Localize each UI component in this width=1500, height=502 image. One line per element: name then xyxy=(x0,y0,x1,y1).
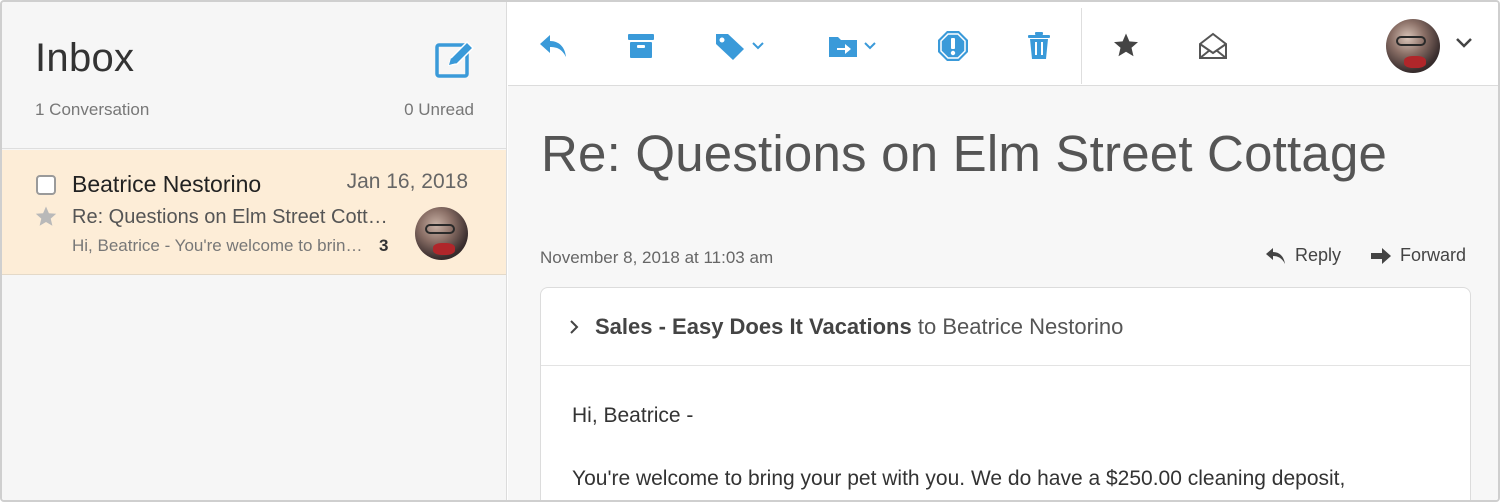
move-to-folder-icon[interactable] xyxy=(828,28,876,64)
mark-unread-icon[interactable] xyxy=(1198,28,1228,64)
chevron-down-icon xyxy=(752,42,764,50)
message-subject: Re: Questions on Elm Street Cottage xyxy=(72,206,392,228)
message-date: Jan 16, 2018 xyxy=(346,170,468,193)
compose-icon[interactable] xyxy=(434,38,476,80)
mail-app-window: Inbox 1 Conversation 0 Unread Beatrice N… xyxy=(0,0,1500,502)
avatar xyxy=(415,207,468,260)
email-header-toggle[interactable]: Sales - Easy Does It Vacations to Beatri… xyxy=(541,288,1470,366)
inbox-title: Inbox xyxy=(35,36,135,80)
email-sender: Sales - Easy Does It Vacations xyxy=(595,314,912,339)
reply-button[interactable]: Reply xyxy=(1265,245,1341,266)
avatar[interactable] xyxy=(1386,19,1440,73)
forward-icon xyxy=(1371,247,1391,264)
email-timestamp: November 8, 2018 at 11:03 am xyxy=(540,248,774,267)
forward-button[interactable]: Forward xyxy=(1370,245,1466,266)
star-icon[interactable] xyxy=(1112,28,1140,64)
chevron-down-icon[interactable] xyxy=(1455,36,1473,54)
email-greeting: Hi, Beatrice - xyxy=(572,404,694,427)
tag-icon[interactable] xyxy=(714,28,764,64)
chevron-down-icon xyxy=(864,42,876,50)
select-checkbox[interactable] xyxy=(36,175,56,195)
message-sender: Beatrice Nestorino xyxy=(72,171,262,197)
inbox-header: Inbox 1 Conversation 0 Unread xyxy=(2,2,506,149)
message-toolbar xyxy=(508,2,1498,86)
reply-label: Reply xyxy=(1295,245,1342,265)
email-body-line: You're welcome to bring your pet with yo… xyxy=(572,466,1346,490)
archive-icon[interactable] xyxy=(627,28,655,64)
chevron-right-icon xyxy=(570,320,579,334)
message-list-pane: Inbox 1 Conversation 0 Unread Beatrice N… xyxy=(2,2,507,500)
trash-icon[interactable] xyxy=(1027,28,1051,64)
unread-count: 0 Unread xyxy=(404,100,474,119)
email-message-card: Sales - Easy Does It Vacations to Beatri… xyxy=(540,287,1471,500)
reply-icon xyxy=(1266,247,1285,264)
email-to-word: to xyxy=(917,314,937,339)
thread-count: 3 xyxy=(379,236,389,255)
conversation-count: 1 Conversation xyxy=(35,100,150,119)
star-icon[interactable] xyxy=(34,205,58,229)
email-subject: Re: Questions on Elm Street Cottage xyxy=(541,125,1388,182)
list-item[interactable]: Beatrice Nestorino Jan 16, 2018 Re: Ques… xyxy=(2,150,506,275)
forward-label: Forward xyxy=(1400,245,1467,265)
email-from-line: Sales - Easy Does It Vacations to Beatri… xyxy=(595,314,1123,340)
spam-icon[interactable] xyxy=(937,28,969,64)
email-recipient: Beatrice Nestorino xyxy=(942,314,1124,339)
email-body: Hi, Beatrice - You're welcome to bring y… xyxy=(572,400,1452,500)
reading-pane: Re: Questions on Elm Street Cottage Nove… xyxy=(508,2,1498,500)
message-preview: Hi, Beatrice - You're welcome to bring y… xyxy=(72,236,368,255)
reply-icon[interactable] xyxy=(538,28,568,64)
toolbar-divider xyxy=(1081,8,1082,84)
